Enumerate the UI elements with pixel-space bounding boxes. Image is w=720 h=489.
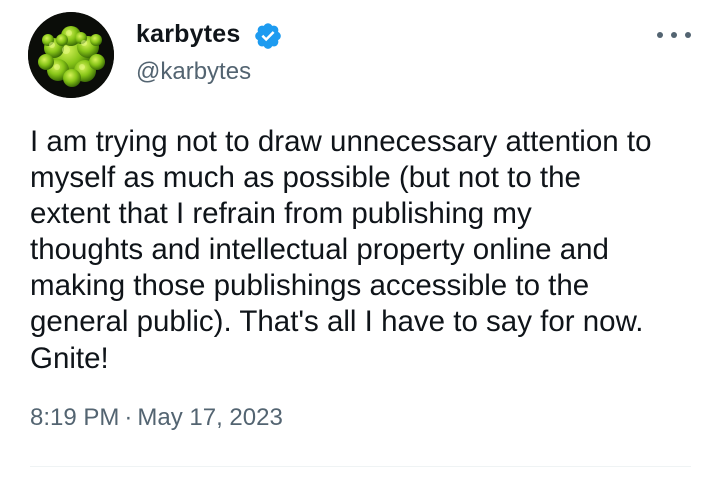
more-horizontal-icon [657, 32, 663, 38]
more-horizontal-icon-dot [671, 32, 677, 38]
tweet-timestamp[interactable]: 8:19 PM · May 17, 2023 [30, 402, 283, 434]
author-handle[interactable]: @karbytes [136, 57, 251, 87]
tweet-text: I am trying not to draw unnecessary atte… [30, 125, 652, 375]
more-options-button[interactable] [654, 22, 694, 46]
tweet: karbytes @karbytes I am trying not to dr… [0, 0, 720, 489]
tweet-time: 8:19 PM [30, 404, 120, 431]
more-horizontal-icon-dot [685, 32, 691, 38]
tweet-date: May 17, 2023 [137, 404, 283, 431]
timestamp-separator: · [124, 404, 133, 431]
divider [30, 466, 691, 467]
verified-badge-icon [255, 23, 281, 49]
avatar[interactable] [28, 12, 114, 98]
author-display-name[interactable]: karbytes [136, 19, 240, 49]
